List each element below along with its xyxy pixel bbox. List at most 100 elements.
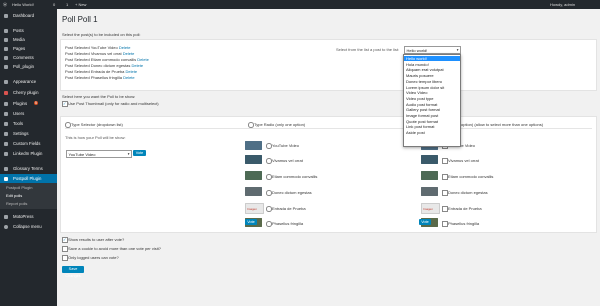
save-cookie-checkbox[interactable] — [62, 246, 68, 252]
post-thumbnail — [421, 187, 438, 196]
sidebar-item-cherry-plugin[interactable]: Cherry plugin — [0, 88, 57, 97]
post-thumbnail — [245, 141, 262, 150]
delete-link[interactable]: Delete — [123, 51, 135, 56]
poll-option-radio[interactable] — [266, 174, 272, 180]
sidebar-item-plugins[interactable]: Plugins 5 — [0, 99, 57, 108]
poll-option-radio[interactable] — [266, 221, 272, 227]
post-thumbnail — [245, 187, 262, 196]
users-icon — [4, 111, 8, 116]
sidebar-item-collapse-menu[interactable]: Collapse menu — [0, 222, 57, 231]
poll-option-label: Vivamus vel orrat — [448, 158, 479, 163]
type-radio-radio[interactable] — [248, 122, 254, 128]
type-radio-label: Type Radio (only one option) — [254, 122, 306, 127]
delete-link[interactable]: Delete — [126, 69, 138, 74]
dropdown-option[interactable]: Aside post — [404, 130, 460, 136]
sidebar-item-poll-plugin[interactable]: Poll_plugin — [0, 62, 57, 71]
divider — [65, 128, 592, 129]
selected-post-row: Post Selected Etiam commodo convallis De… — [65, 57, 149, 62]
poll-icon — [4, 64, 8, 69]
vote-button-selector[interactable]: Vote — [133, 150, 146, 156]
howdy-user[interactable]: Howdy, admin — [550, 2, 575, 7]
sidebar-item-posts[interactable]: Posts — [0, 26, 57, 35]
sidebar-item-appearance[interactable]: Appearance — [0, 77, 57, 86]
delete-link[interactable]: Delete — [132, 63, 144, 68]
poll-option-checkbox[interactable] — [442, 158, 448, 164]
poll-option-radio[interactable] — [266, 206, 272, 212]
sidebar-item-users[interactable]: Users — [0, 109, 57, 118]
sidebar-item-postpoll-plugin[interactable]: Postpoll Plugin — [0, 174, 57, 183]
placeholder-thumbnail: Imagen — [421, 203, 440, 214]
save-changes-button[interactable]: Save Changes — [62, 266, 84, 278]
comments-count[interactable]: 0 — [53, 2, 55, 7]
poll-option-checkbox[interactable] — [442, 221, 448, 227]
chevron-down-icon: ▾ — [456, 47, 459, 52]
poll-option-label: Donec dictum egestas — [448, 190, 488, 195]
poll-option-label: Vivamus vel orrat — [272, 158, 303, 163]
preview-select[interactable]: YouTube Video ▾ — [66, 150, 132, 158]
cherry-icon — [4, 90, 8, 95]
sidebar-item-linkedin-plugin[interactable]: LinkedIn Plugin — [0, 149, 57, 158]
add-post-label: Select from the list a post to the list: — [336, 47, 400, 52]
submenu-report-polls[interactable]: Report polls — [6, 201, 27, 206]
sidebar-item-motopress[interactable]: MotoPress — [0, 212, 57, 221]
sidebar-item-glossary-terms[interactable]: Glossary Terms — [0, 164, 57, 173]
show-poll-label: Select here you want the Poll to be show… — [62, 94, 136, 99]
postpoll-submenu: Postpoll Plugin Edit polls Report polls — [0, 183, 57, 209]
poll-option-label: Phasellus fringilla — [272, 221, 304, 226]
poll-option-radio[interactable] — [266, 158, 272, 164]
selected-post-row: Post Selected Phasellus fringilla Delete — [65, 75, 135, 80]
motopress-icon — [4, 214, 8, 219]
save-cookie-label: Save a cookie to avoid more than one vot… — [68, 246, 161, 251]
show-results-label: Show results to user after vote? — [68, 237, 125, 242]
sidebar-item-custom-fields[interactable]: Custom Fields — [0, 139, 57, 148]
poll-option-checkbox[interactable] — [442, 206, 448, 212]
poll-option-checkbox[interactable] — [442, 190, 448, 196]
glossary-icon — [4, 166, 8, 171]
new-menu[interactable]: + New — [75, 2, 86, 7]
post-thumbnail — [245, 155, 262, 164]
submenu-edit-polls[interactable]: Edit polls — [6, 193, 22, 198]
preview-label: This is how your Poll will be show: — [65, 135, 126, 140]
poll-option-checkbox[interactable] — [442, 174, 448, 180]
post-thumbnail — [421, 155, 438, 164]
collapse-icon — [4, 224, 8, 229]
admin-sidebar: Dashboard Posts Media Pages Comments Pol… — [0, 9, 57, 306]
vote-button-radio[interactable]: Vote — [245, 219, 257, 225]
poll-option-label: Etiam commodo convallis — [448, 174, 494, 179]
updates-count[interactable]: 1 — [66, 2, 68, 7]
poll-option-label: Entrada de Prueba — [272, 206, 306, 211]
use-thumbnail-label: Use Post Thumbnail (only for radio and m… — [68, 101, 159, 106]
sidebar-item-settings[interactable]: Settings — [0, 129, 57, 138]
wordpress-icon[interactable]: Ⓦ — [3, 2, 7, 8]
delete-link[interactable]: Delete — [137, 57, 149, 62]
logged-users-label: Only logged users can vote? — [68, 255, 119, 260]
delete-link[interactable]: Delete — [123, 75, 135, 80]
selected-post-row: Post Selected Vivamus vel orrat Delete — [65, 51, 135, 56]
comments-icon — [4, 55, 8, 60]
show-results-checkbox[interactable] — [62, 237, 68, 243]
tools-icon — [4, 121, 8, 126]
type-selector-radio[interactable] — [65, 122, 71, 128]
sidebar-item-media[interactable]: Media — [0, 35, 57, 44]
plugins-update-badge: 5 — [34, 101, 38, 105]
poll-option-radio[interactable] — [266, 143, 272, 149]
sidebar-item-comments[interactable]: Comments — [0, 53, 57, 62]
add-post-dropdown-list: Hello world! Hola mundo! Aliquam erat vo… — [403, 54, 461, 147]
submenu-postpoll-plugin[interactable]: Postpoll Plugin — [6, 185, 32, 190]
admin-bar: Ⓦ Hello World! 0 1 + New Howdy, admin — [0, 0, 600, 9]
logged-users-checkbox[interactable] — [62, 255, 68, 261]
selected-post-row: Post Selected YouTube Video Delete — [65, 45, 131, 50]
page-title: Poll Poll 1 — [62, 15, 98, 24]
sidebar-item-pages[interactable]: Pages — [0, 44, 57, 53]
sidebar-item-dashboard[interactable]: Dashboard — [0, 11, 57, 20]
sidebar-item-tools[interactable]: Tools — [0, 119, 57, 128]
poll-option-label: YouTube Video — [272, 143, 299, 148]
delete-link[interactable]: Delete — [119, 45, 131, 50]
selected-post-row: Post Selected Entrada de Prueba Delete — [65, 69, 138, 74]
poll-option-radio[interactable] — [266, 190, 272, 196]
site-name-link[interactable]: Hello World! — [12, 2, 34, 7]
add-post-select[interactable]: Hello world! ▾ — [404, 46, 461, 54]
placeholder-thumbnail: Imagen — [245, 203, 264, 214]
vote-button-multiselect[interactable]: Vote — [419, 219, 431, 225]
use-thumbnail-checkbox[interactable] — [62, 101, 68, 107]
